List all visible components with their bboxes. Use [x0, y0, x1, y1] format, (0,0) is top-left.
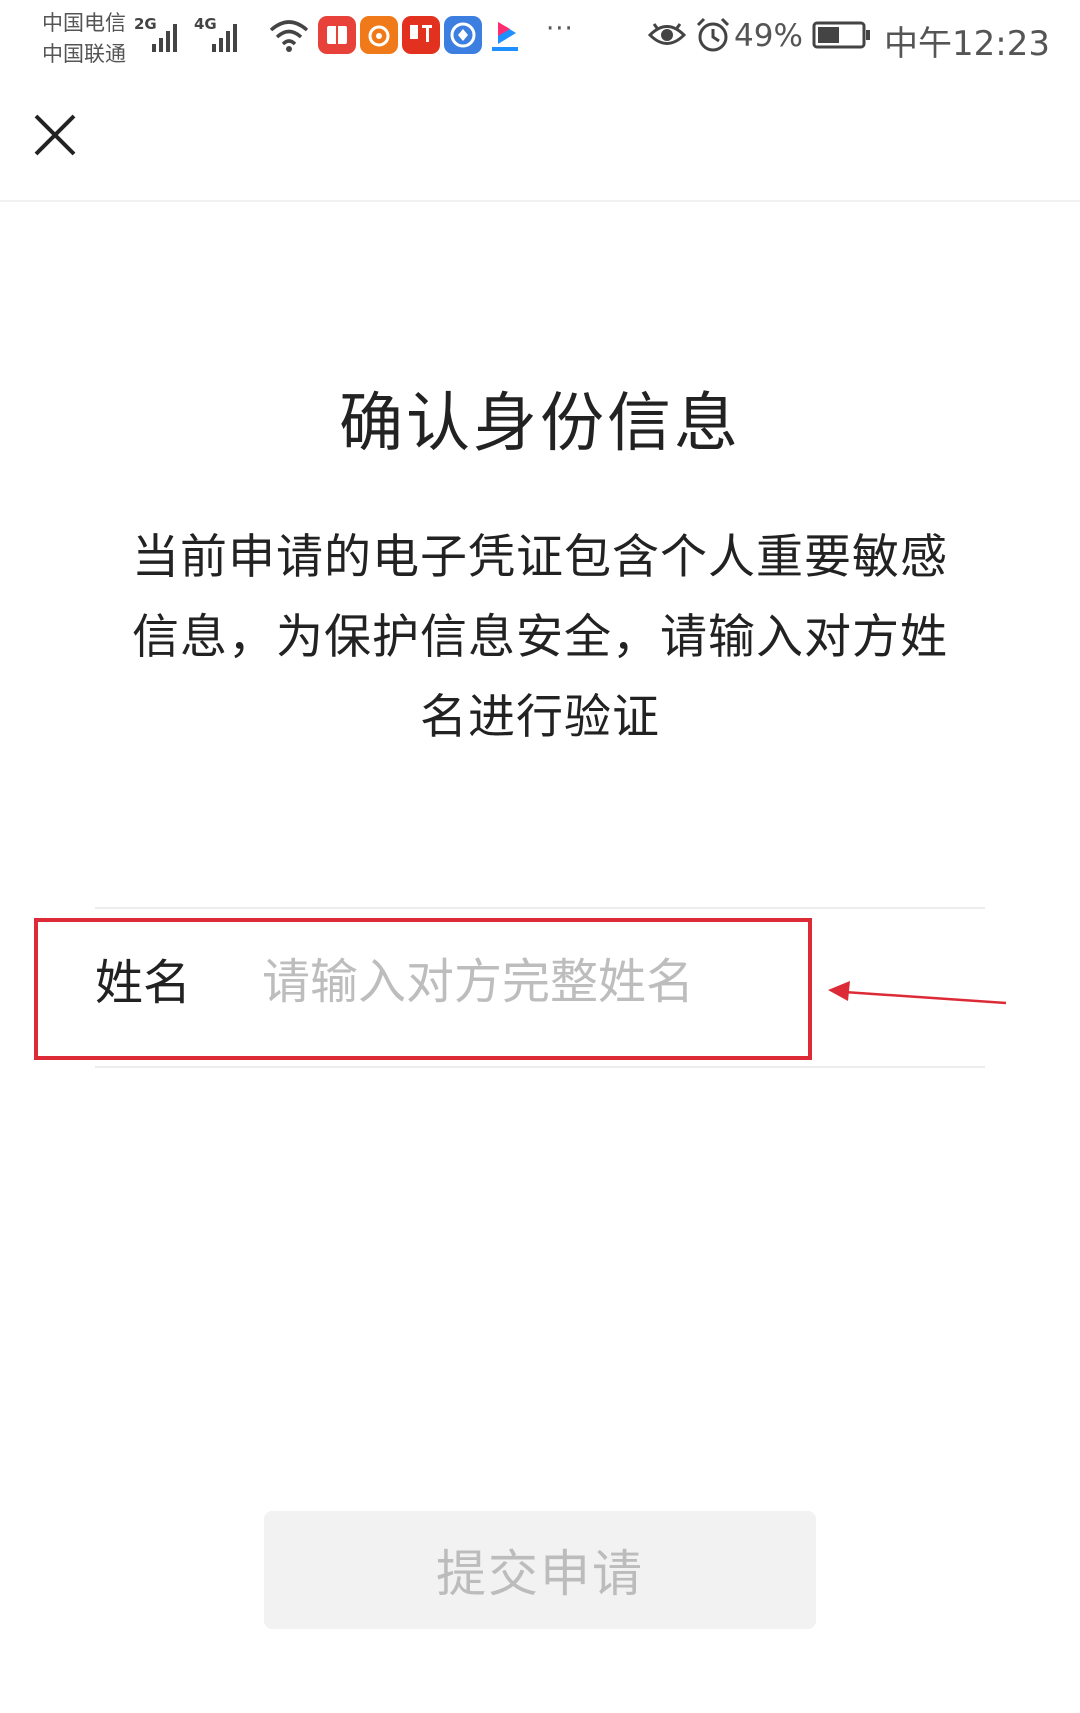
page-title: 确认身份信息: [339, 387, 741, 461]
top-bar: [0, 80, 1080, 202]
close-icon: [34, 114, 76, 156]
signal-bars-icon: [212, 24, 237, 52]
browser-app-icon: [444, 16, 482, 54]
more-notifications-icon: ···: [546, 14, 574, 44]
ting-audio-icon: [402, 16, 440, 54]
close-button[interactable]: [30, 110, 80, 160]
uc-browser-icon: [360, 16, 398, 54]
status-bar: 中国电信 中国联通 2G 4G ··· 49% 中午12:23: [0, 0, 1080, 80]
field-divider-bottom: [95, 1066, 985, 1068]
eye-comfort-icon: [648, 23, 686, 45]
carrier-2: 中国联通: [42, 42, 126, 66]
annotation-arrow-icon: [828, 981, 1007, 1005]
description-line: 信息，为保护信息安全，请输入对方姓: [132, 610, 948, 665]
youku-icon: [486, 16, 524, 54]
carrier-names: 中国电信 中国联通: [42, 8, 126, 70]
annotation-highlight-box: [34, 918, 812, 1060]
battery-icon: [812, 21, 870, 49]
field-divider-top: [95, 907, 985, 909]
description-text: 当前申请的电子凭证包含个人重要敏感 信息，为保护信息安全，请输入对方姓 名进行验…: [100, 518, 980, 758]
submit-button[interactable]: 提交申请: [264, 1511, 816, 1629]
status-time: 中午12:23: [884, 24, 1050, 64]
alarm-icon: [696, 17, 730, 52]
signal-bars-icon: [152, 24, 177, 52]
description-line: 当前申请的电子凭证包含个人重要敏感: [132, 530, 948, 585]
battery-percent: 49%: [734, 18, 803, 54]
description-line: 名进行验证: [420, 690, 660, 745]
reader-app-icon: [318, 16, 356, 54]
wifi-icon: [269, 20, 309, 52]
carrier-1: 中国电信: [42, 11, 126, 35]
